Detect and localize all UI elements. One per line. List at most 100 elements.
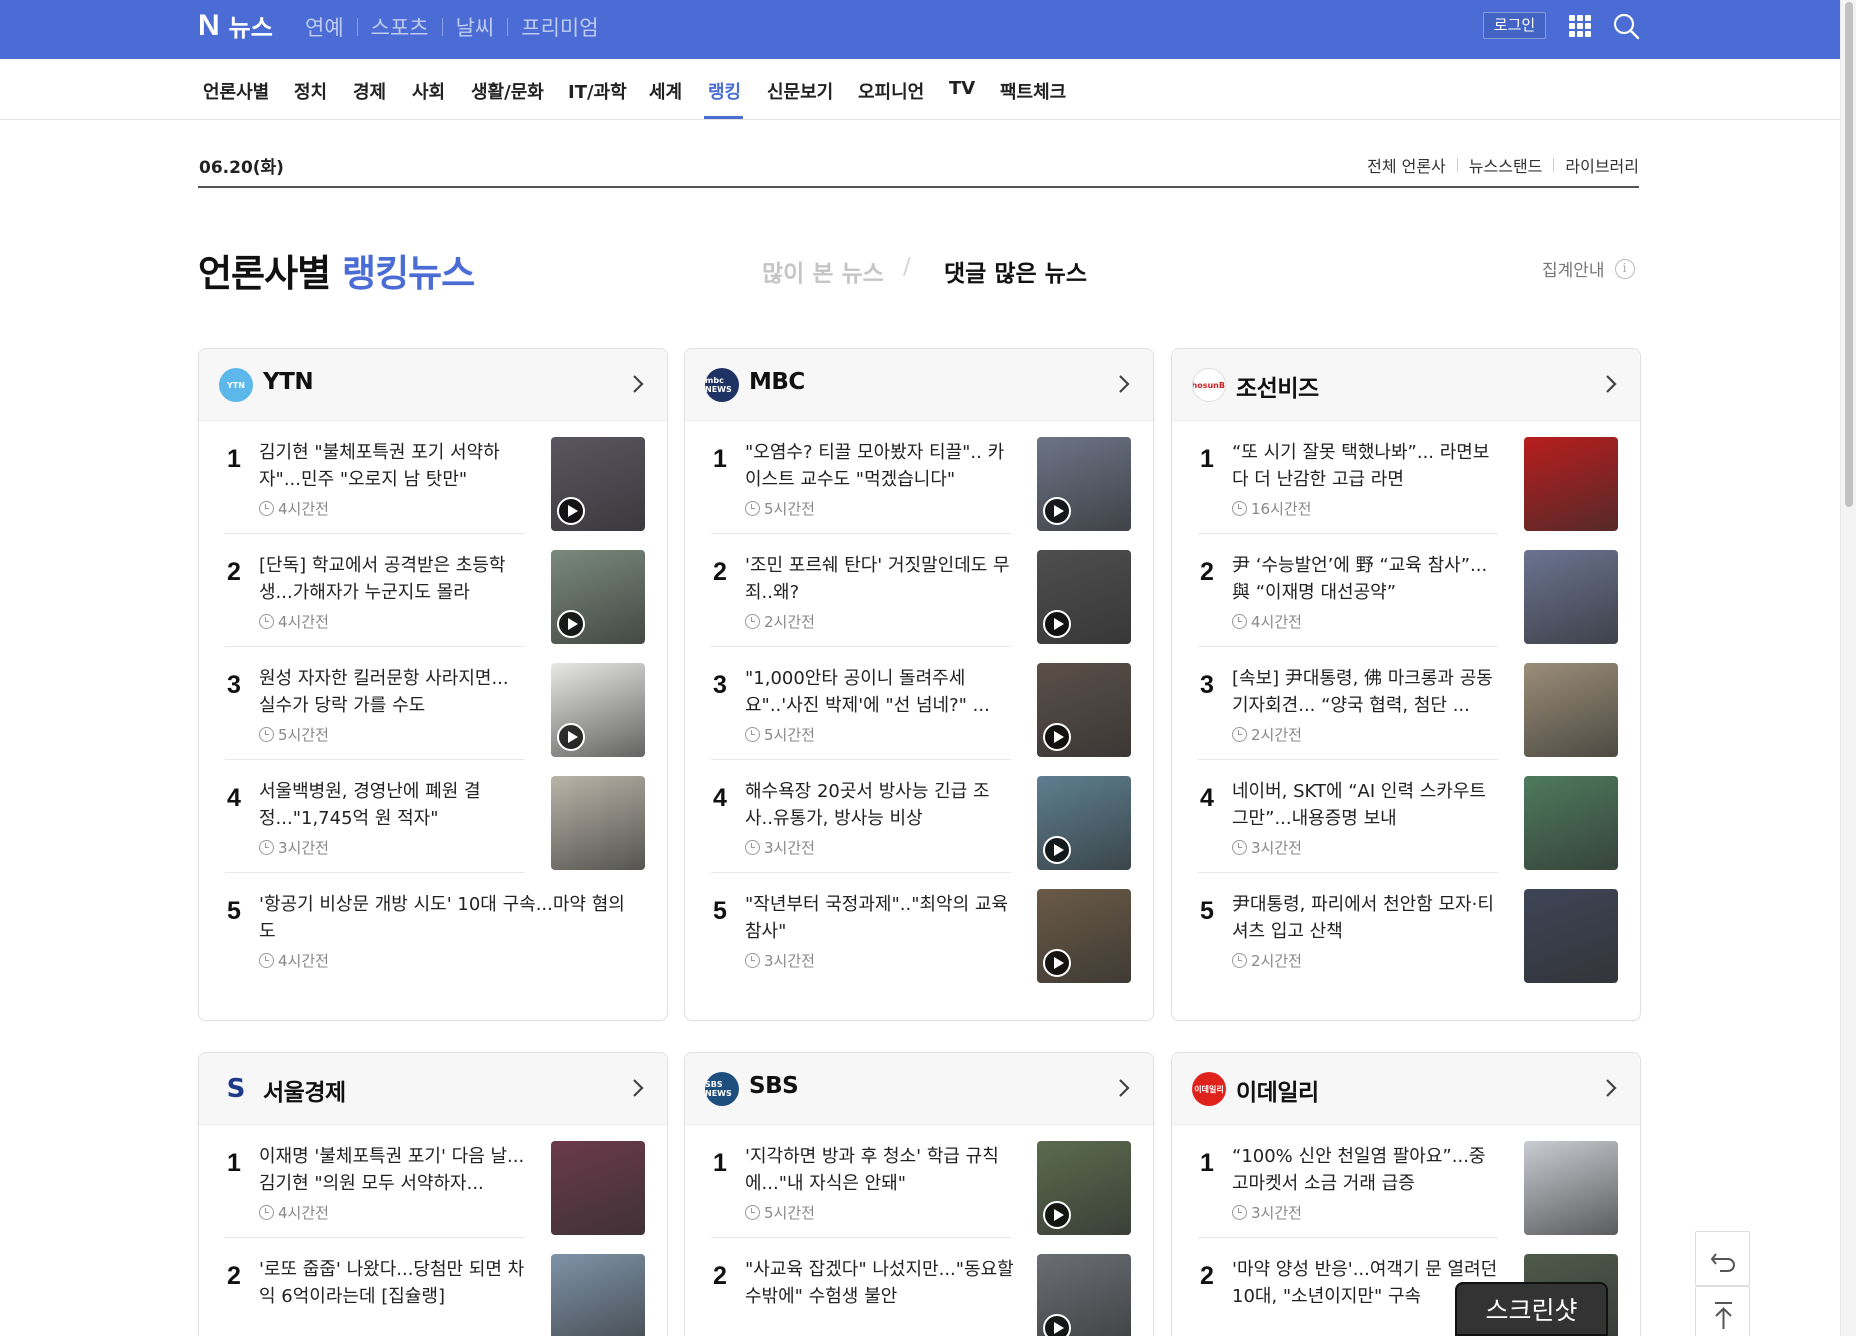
press-card-header[interactable]: SBS NEWS SBS (685, 1053, 1153, 1125)
nav-item-politics[interactable]: 정치 (294, 78, 327, 104)
nav-item-press[interactable]: 언론사별 (203, 78, 269, 104)
chevron-right-icon[interactable] (1600, 373, 1622, 395)
chevron-right-icon[interactable] (1113, 373, 1135, 395)
ranking-item[interactable]: 1 "오염수? 티끌 모아봤자 티끌".. 카이스트 교수도 "먹겠습니다" 5시간… (711, 421, 1131, 534)
press-card-header[interactable]: 이데일리 이데일리 (1172, 1053, 1640, 1125)
article-title[interactable]: '항공기 비상문 개방 시도' 10대 구속...마약 혐의도 (259, 891, 639, 945)
article-title[interactable]: [속보] 尹대통령, 佛 마크롱과 공동기자회견... “양국 협력, 첨단 .… (1232, 665, 1502, 719)
article-thumbnail[interactable] (1037, 437, 1131, 531)
article-title[interactable]: "사교육 잡겠다" 나섰지만..."동요할 수밖에" 수험생 불안 (745, 1256, 1015, 1310)
nav-item-life-culture[interactable]: 생활/문화 (471, 78, 544, 104)
press-name[interactable]: YTN (263, 369, 314, 395)
ranking-item[interactable]: 1 “100% 신안 천일염 팔아요”...중고마켓서 소금 거래 급증 3시간전 (1198, 1125, 1618, 1238)
service-link-premium[interactable]: 프리미엄 (521, 12, 598, 42)
article-title[interactable]: “100% 신안 천일염 팔아요”...중고마켓서 소금 거래 급증 (1232, 1143, 1502, 1197)
ranking-item[interactable]: 4 해수욕장 20곳서 방사능 긴급 조사..유통가, 방사능 비상 3시간전 (711, 760, 1131, 873)
article-thumbnail[interactable] (1037, 889, 1131, 983)
nav-item-world[interactable]: 세계 (649, 78, 682, 104)
service-link-sports[interactable]: 스포츠 (371, 12, 429, 42)
chevron-right-icon[interactable] (1113, 1077, 1135, 1099)
press-name[interactable]: MBC (749, 369, 805, 395)
press-name[interactable]: 서울경제 (263, 1073, 346, 1107)
tab-most-commented[interactable]: 댓글 많은 뉴스 (944, 254, 1087, 288)
nav-item-ranking[interactable]: 랭킹 (708, 78, 741, 104)
ranking-item[interactable]: 1 '지각하면 방과 후 청소' 학급 규칙에..."내 자식은 안돼" 5시간전 (711, 1125, 1131, 1238)
article-thumbnail[interactable] (1037, 1254, 1131, 1336)
article-thumbnail[interactable] (551, 663, 645, 757)
library-link[interactable]: 라이브러리 (1565, 153, 1639, 177)
ranking-item[interactable]: 2 [단독] 학교에서 공격받은 초등학생...가해자가 누군지도 몰라 4시간전 (225, 534, 645, 647)
press-name[interactable]: SBS (749, 1073, 799, 1099)
article-title[interactable]: '로또 줍줍' 나왔다...당첨만 되면 차익 6억이라는데 [집슐랭] (259, 1256, 529, 1310)
article-thumbnail[interactable] (1524, 1141, 1618, 1235)
article-title[interactable]: 네이버, SKT에 “AI 인력 스카우트 그만”...내용증명 보내 (1232, 778, 1502, 832)
ranking-item[interactable]: 4 네이버, SKT에 “AI 인력 스카우트 그만”...내용증명 보내 3시간전 (1198, 760, 1618, 873)
scroll-top-button[interactable] (1695, 1286, 1750, 1336)
chevron-right-icon[interactable] (627, 1077, 649, 1099)
article-title[interactable]: [단독] 학교에서 공격받은 초등학생...가해자가 누군지도 몰라 (259, 552, 529, 606)
article-thumbnail[interactable] (551, 1141, 645, 1235)
article-title[interactable]: 이재명 '불체포특권 포기' 다음 날...김기현 "의원 모두 서약하자... (259, 1143, 529, 1197)
ranking-item[interactable]: 1 김기현 "불체포특권 포기 서약하자"...민주 "오로지 남 탓만" 4시간전 (225, 421, 645, 534)
login-button[interactable]: 로그인 (1483, 12, 1546, 39)
press-card-header[interactable]: ChosunBiz 조선비즈 (1172, 349, 1640, 421)
ranking-item[interactable]: 5 尹대통령, 파리에서 천안함 모자·티셔츠 입고 산책 2시간전 (1198, 873, 1618, 986)
nav-item-factcheck[interactable]: 팩트체크 (1000, 78, 1066, 104)
article-thumbnail[interactable] (1524, 663, 1618, 757)
article-title[interactable]: "작년부터 국정과제".."최악의 교육참사" (745, 891, 1015, 945)
nav-item-tv[interactable]: TV (949, 78, 975, 99)
ranking-item[interactable]: 1 “또 시기 잘못 택했나봐”... 라면보다 더 난감한 고급 라면 16시간전 (1198, 421, 1618, 534)
ranking-item[interactable]: 2 '로또 줍줍' 나왔다...당첨만 되면 차익 6억이라는데 [집슐랭] (225, 1238, 645, 1336)
article-title[interactable]: “또 시기 잘못 택했나봐”... 라면보다 더 난감한 고급 라면 (1232, 439, 1502, 493)
press-card-header[interactable]: S 서울경제 (199, 1053, 667, 1125)
article-thumbnail[interactable] (551, 550, 645, 644)
press-card-header[interactable]: YTN YTN (199, 349, 667, 421)
tab-most-viewed[interactable]: 많이 본 뉴스 (762, 254, 884, 288)
article-title[interactable]: '조민 포르쉐 탄다' 거짓말인데도 무죄..왜? (745, 552, 1015, 606)
page-scrollbar[interactable] (1840, 0, 1856, 1336)
article-thumbnail[interactable] (1524, 889, 1618, 983)
press-name[interactable]: 이데일리 (1236, 1073, 1319, 1107)
app-grid-icon[interactable] (1569, 15, 1591, 37)
aggregation-info[interactable]: 집계안내 i (1542, 256, 1635, 281)
nav-item-it-science[interactable]: IT/과학 (568, 78, 627, 104)
scrollbar-thumb[interactable] (1845, 2, 1853, 507)
ranking-item[interactable]: 1 이재명 '불체포특권 포기' 다음 날...김기현 "의원 모두 서약하자..… (225, 1125, 645, 1238)
ranking-item[interactable]: 2 '조민 포르쉐 탄다' 거짓말인데도 무죄..왜? 2시간전 (711, 534, 1131, 647)
press-card-header[interactable]: mbc NEWS MBC (685, 349, 1153, 421)
article-title[interactable]: 서울백병원, 경영난에 폐원 결정..."1,745억 원 적자" (259, 778, 529, 832)
article-thumbnail[interactable] (1037, 550, 1131, 644)
ranking-item[interactable]: 3 [속보] 尹대통령, 佛 마크롱과 공동기자회견... “양국 협력, 첨단 … (1198, 647, 1618, 760)
ranking-item[interactable]: 2 "사교육 잡겠다" 나섰지만..."동요할 수밖에" 수험생 불안 (711, 1238, 1131, 1336)
article-thumbnail[interactable] (551, 776, 645, 870)
nav-item-newspaper[interactable]: 신문보기 (767, 78, 833, 104)
chevron-right-icon[interactable] (1600, 1077, 1622, 1099)
article-thumbnail[interactable] (1524, 437, 1618, 531)
all-press-link[interactable]: 전체 언론사 (1367, 153, 1446, 177)
nav-item-opinion[interactable]: 오피니언 (858, 78, 924, 104)
article-thumbnail[interactable] (1524, 776, 1618, 870)
article-thumbnail[interactable] (551, 437, 645, 531)
service-link-entertainment[interactable]: 연예 (305, 12, 344, 42)
article-thumbnail[interactable] (1037, 663, 1131, 757)
article-title[interactable]: "오염수? 티끌 모아봤자 티끌".. 카이스트 교수도 "먹겠습니다" (745, 439, 1015, 493)
chevron-right-icon[interactable] (627, 373, 649, 395)
back-button[interactable] (1695, 1231, 1750, 1286)
newsstand-link[interactable]: 뉴스스탠드 (1469, 153, 1543, 177)
nav-item-society[interactable]: 사회 (412, 78, 445, 104)
article-title[interactable]: "1,000안타 공이니 돌려주세요"..'사진 박제'에 "선 넘네?" ..… (745, 665, 1015, 719)
article-thumbnail[interactable] (1524, 550, 1618, 644)
article-thumbnail[interactable] (1037, 776, 1131, 870)
service-link-weather[interactable]: 날씨 (456, 12, 495, 42)
article-title[interactable]: '지각하면 방과 후 청소' 학급 규칙에..."내 자식은 안돼" (745, 1143, 1015, 1197)
ranking-item[interactable]: 3 "1,000안타 공이니 돌려주세요"..'사진 박제'에 "선 넘네?" .… (711, 647, 1131, 760)
article-title[interactable]: 해수욕장 20곳서 방사능 긴급 조사..유통가, 방사능 비상 (745, 778, 1015, 832)
article-thumbnail[interactable] (551, 1254, 645, 1336)
naver-news-logo[interactable]: N 뉴스 (198, 8, 273, 43)
article-title[interactable]: 원성 자자한 킬러문항 사라지면... 실수가 당락 가를 수도 (259, 665, 529, 719)
article-thumbnail[interactable] (1037, 1141, 1131, 1235)
ranking-item[interactable]: 3 원성 자자한 킬러문항 사라지면... 실수가 당락 가를 수도 5시간전 (225, 647, 645, 760)
ranking-item[interactable]: 2 尹 ‘수능발언’에 野 “교육 참사”... 與 “이재명 대선공약” 4시간전 (1198, 534, 1618, 647)
press-name[interactable]: 조선비즈 (1236, 369, 1319, 403)
ranking-item[interactable]: 5 '항공기 비상문 개방 시도' 10대 구속...마약 혐의도 4시간전 (225, 873, 645, 986)
